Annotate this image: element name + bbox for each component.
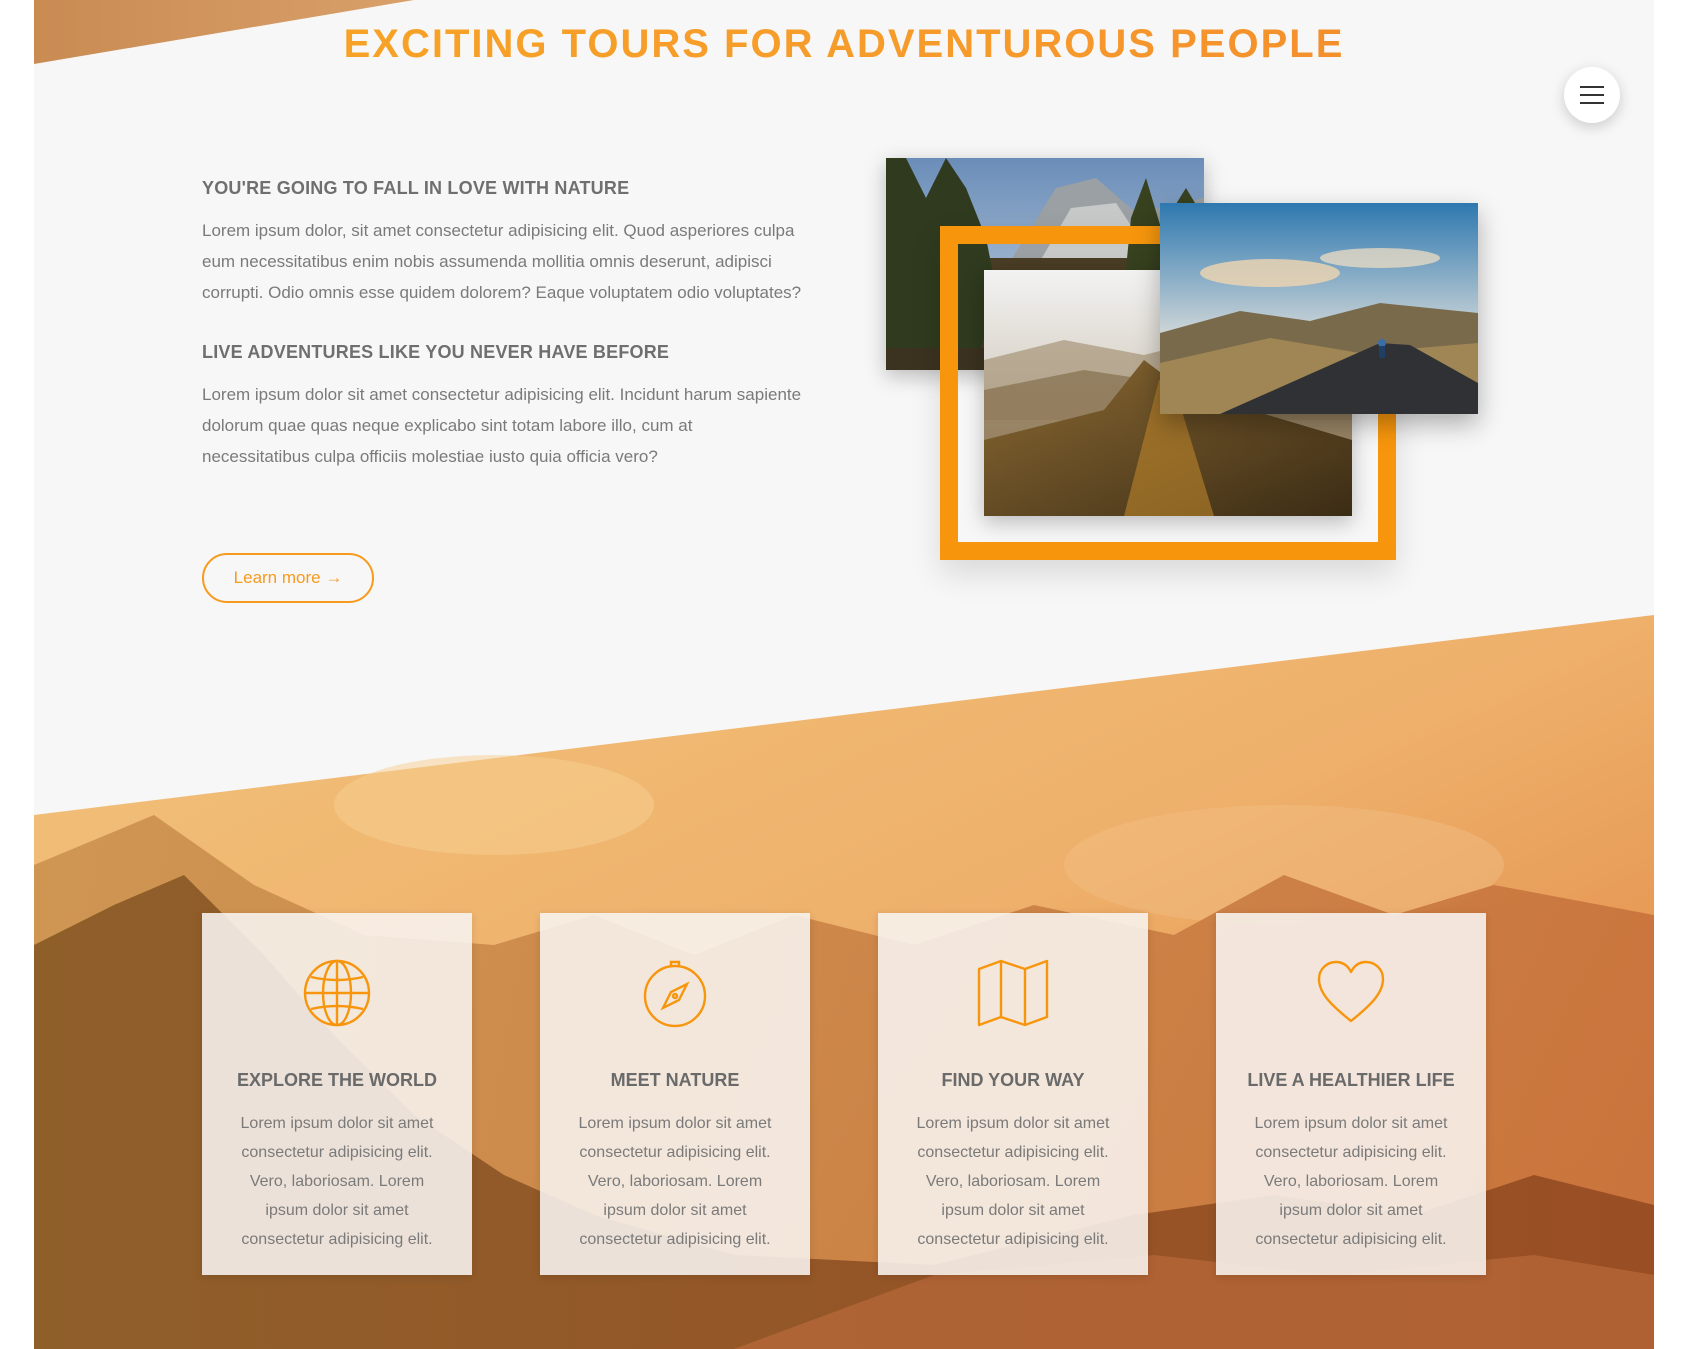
globe-icon [303,959,371,1027]
map-icon [977,959,1049,1027]
feature-card-nature: MEET NATURE Lorem ipsum dolor sit amet c… [540,913,810,1275]
feature-title: EXPLORE THE WORLD [236,1070,437,1090]
feature-text: Lorem ipsum dolor sit amet consectetur a… [240,1115,434,1248]
feature-text: Lorem ipsum dolor sit amet consectetur a… [916,1115,1110,1248]
cyclist-road-photo [1160,203,1478,414]
compass-icon [643,960,707,1028]
feature-text: Lorem ipsum dolor sit amet consectetur a… [1254,1115,1448,1248]
heart-icon [1317,960,1385,1023]
section-heading-adventures: LIVE ADVENTURES LIKE YOU NEVER HAVE BEFO… [202,342,670,362]
feature-card-explore: EXPLORE THE WORLD Lorem ipsum dolor sit … [202,913,472,1275]
feature-title: MEET NATURE [610,1070,740,1090]
section-paragraph-nature: Lorem ipsum dolor, sit amet consectetur … [202,221,802,302]
feature-title: FIND YOUR WAY [941,1070,1085,1090]
feature-text: Lorem ipsum dolor sit amet consectetur a… [578,1115,772,1248]
section-heading-nature: YOU'RE GOING TO FALL IN LOVE WITH NATURE [202,178,630,198]
feature-card-way: FIND YOUR WAY Lorem ipsum dolor sit amet… [878,913,1148,1275]
page-title: EXCITING TOURS FOR ADVENTUROUS PEOPLE [34,22,1654,67]
feature-card-healthier: LIVE A HEALTHIER LIFE Lorem ipsum dolor … [1216,913,1486,1275]
page: EXCITING TOURS FOR ADVENTUROUS PEOPLE YO… [34,0,1654,1349]
learn-more-button[interactable]: Learn more → [202,553,374,603]
hamburger-menu-icon [1580,80,1604,110]
section-paragraph-adventures: Lorem ipsum dolor sit amet consectetur a… [202,385,802,466]
intro-text: YOU'RE GOING TO FALL IN LOVE WITH NATURE… [202,178,802,506]
menu-button[interactable] [1564,67,1620,123]
feature-title: LIVE A HEALTHIER LIFE [1247,1070,1455,1090]
